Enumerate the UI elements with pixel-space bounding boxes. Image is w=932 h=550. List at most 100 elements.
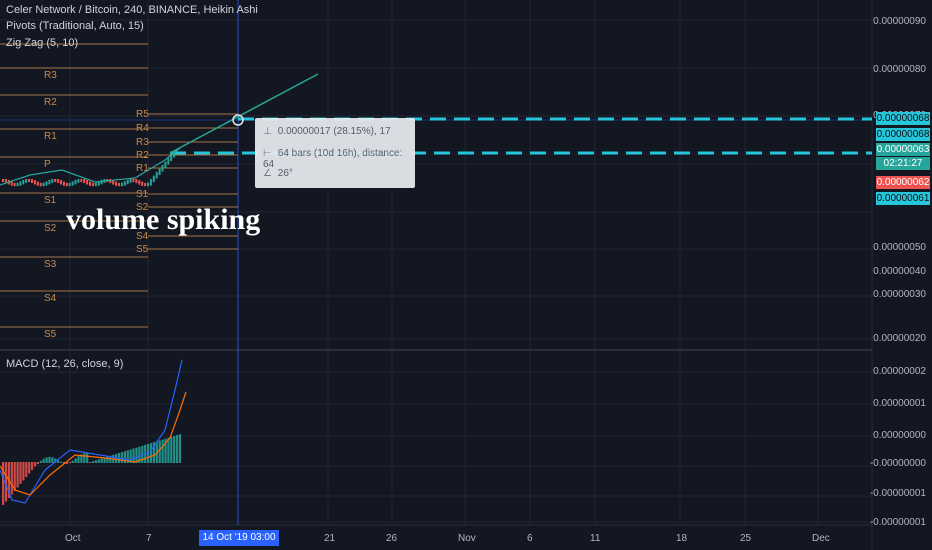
candle-41 bbox=[120, 182, 123, 187]
candle-28 bbox=[83, 179, 86, 184]
zigzag-legend[interactable]: Zig Zag (5, 10) bbox=[6, 37, 78, 49]
candle-12 bbox=[36, 181, 39, 186]
price-axis-label: 0.00000050 bbox=[873, 242, 926, 253]
macd-bar-14 bbox=[42, 458, 45, 463]
candle-6 bbox=[19, 181, 22, 186]
candle-47 bbox=[138, 180, 141, 185]
macd-axis-label: -0.00000001 bbox=[869, 488, 926, 499]
macd-bar-3 bbox=[10, 462, 13, 495]
macd-axis-label: -0.00000000 bbox=[869, 458, 926, 469]
macd-bar-16 bbox=[48, 456, 51, 463]
macd-bar-28 bbox=[83, 453, 86, 463]
macd-bar-39 bbox=[115, 453, 118, 463]
measure-tooltip: ⊥ 0.00000017 (28.15%), 17 ⊢ 64 bars (10d… bbox=[255, 118, 415, 188]
candle-24 bbox=[71, 181, 74, 186]
candle-16 bbox=[48, 179, 51, 185]
time-axis-label: 7 bbox=[146, 533, 152, 544]
candle-0 bbox=[2, 179, 4, 182]
candle-43 bbox=[126, 179, 129, 185]
price-axis-label: 0.00000040 bbox=[873, 266, 926, 277]
macd-axis-label: 0.00000000 bbox=[873, 430, 926, 441]
macd-bar-60 bbox=[176, 435, 179, 463]
price-badge: 0.00000061 bbox=[876, 192, 930, 205]
macd-bar-17 bbox=[51, 457, 54, 463]
angle-icon: ∠ bbox=[263, 168, 272, 179]
macd-bar-29 bbox=[86, 453, 89, 463]
macd-bar-26 bbox=[77, 456, 80, 463]
candle-30 bbox=[89, 181, 91, 186]
candle-20 bbox=[60, 180, 62, 185]
candle-42 bbox=[123, 181, 126, 186]
macd-bar-5 bbox=[16, 462, 19, 488]
candle-27 bbox=[80, 178, 83, 183]
crosshair-time-label: 14 Oct '19 03:00 bbox=[199, 530, 279, 546]
pivot-label-right-s5: S5 bbox=[136, 244, 149, 255]
macd-bar-12 bbox=[36, 462, 39, 465]
candle-52 bbox=[152, 175, 155, 183]
pivot-label-right-r1: R1 bbox=[136, 163, 149, 174]
macd-bar-54 bbox=[158, 440, 161, 463]
signal-line bbox=[0, 391, 187, 496]
candle-8 bbox=[25, 178, 28, 183]
time-axis-label: 26 bbox=[386, 533, 398, 544]
candle-34 bbox=[100, 179, 103, 185]
macd-bar-24 bbox=[71, 460, 74, 463]
macd-bar-4 bbox=[13, 462, 16, 491]
candle-17 bbox=[51, 178, 54, 183]
candle-49 bbox=[144, 182, 147, 187]
candle-45 bbox=[132, 178, 135, 183]
macd-bar-15 bbox=[45, 457, 48, 463]
chart-canvas[interactable] bbox=[0, 0, 932, 550]
candle-26 bbox=[77, 178, 80, 183]
macd-line bbox=[0, 359, 183, 504]
macd-bar-34 bbox=[100, 458, 103, 463]
candle-57 bbox=[167, 158, 170, 165]
macd-bar-8 bbox=[25, 462, 28, 477]
macd-bar-9 bbox=[28, 462, 31, 474]
macd-bar-13 bbox=[39, 460, 42, 463]
pivot-label-right-r2: R2 bbox=[136, 150, 149, 161]
candle-5 bbox=[16, 182, 19, 187]
macd-axis-label: 0.00000001 bbox=[873, 398, 926, 409]
candle-48 bbox=[141, 181, 144, 186]
volume-annotation[interactable]: volume spiking bbox=[66, 203, 260, 237]
candle-51 bbox=[149, 179, 152, 186]
candle-19 bbox=[57, 179, 60, 184]
symbol-legend[interactable]: Celer Network / Bitcoin, 240, BINANCE, H… bbox=[6, 4, 258, 16]
pivot-label-right-r4: R4 bbox=[136, 123, 149, 134]
candle-3 bbox=[10, 181, 13, 186]
macd-bar-20 bbox=[60, 461, 63, 463]
macd-bar-61 bbox=[178, 434, 182, 463]
pivot-label-left-s4: S4 bbox=[44, 293, 57, 304]
macd-legend[interactable]: MACD (12, 26, close, 9) bbox=[6, 358, 123, 370]
time-axis-label: Oct bbox=[65, 533, 81, 544]
candle-55 bbox=[161, 165, 164, 172]
macd-axis-label: 0.00000002 bbox=[873, 366, 926, 377]
candle-10 bbox=[31, 179, 33, 183]
pivots-legend[interactable]: Pivots (Traditional, Auto, 15) bbox=[6, 20, 144, 32]
macd-bar-33 bbox=[97, 459, 100, 463]
macd-bar-59 bbox=[173, 435, 176, 463]
time-axis-label: 21 bbox=[324, 533, 336, 544]
candle-23 bbox=[68, 182, 71, 187]
pivot-label-right-r3: R3 bbox=[136, 137, 149, 148]
macd-bar-0 bbox=[2, 462, 5, 505]
time-axis-label: 18 bbox=[676, 533, 688, 544]
candle-21 bbox=[62, 181, 65, 186]
candle-56 bbox=[164, 161, 167, 169]
macd-bar-30 bbox=[89, 462, 92, 463]
macd-bar-23 bbox=[68, 462, 71, 464]
pivot-label-right-s1: S1 bbox=[136, 189, 149, 200]
candle-29 bbox=[86, 180, 89, 185]
ruler-horizontal-icon: ⊢ bbox=[263, 148, 272, 159]
macd-bar-55 bbox=[161, 439, 164, 463]
candle-14 bbox=[42, 182, 45, 187]
candle-31 bbox=[91, 182, 94, 187]
time-axis-label: 6 bbox=[527, 533, 533, 544]
candle-18 bbox=[54, 178, 57, 183]
price-badge: 0.00000063 bbox=[876, 143, 930, 156]
candle-50 bbox=[147, 182, 149, 187]
macd-bar-32 bbox=[94, 460, 97, 463]
candle-46 bbox=[135, 179, 138, 184]
candle-32 bbox=[94, 182, 97, 187]
